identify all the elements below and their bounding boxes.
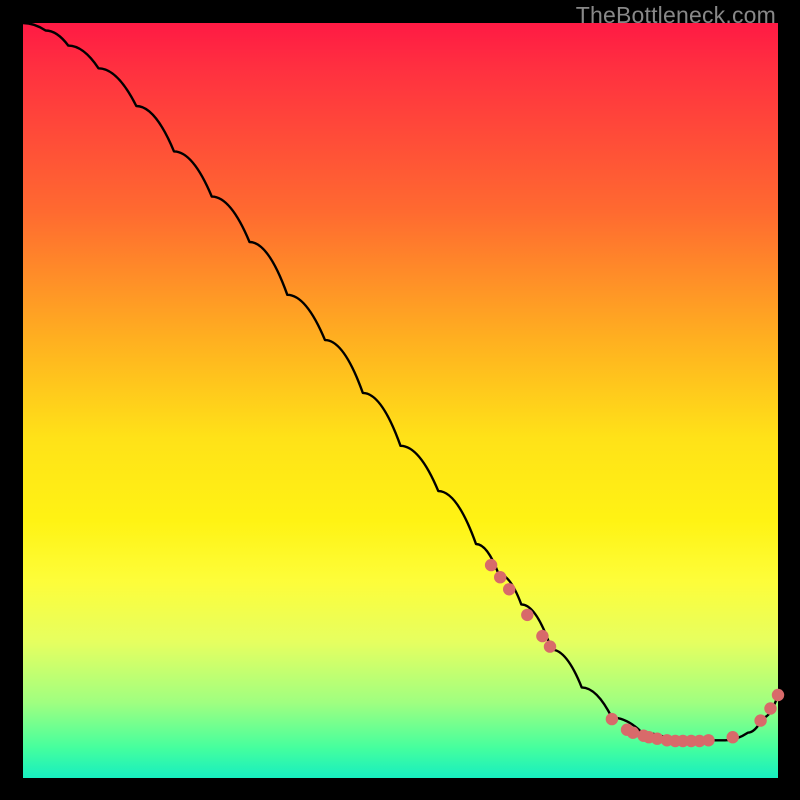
data-point xyxy=(754,714,766,726)
data-point xyxy=(727,731,739,743)
marker-group xyxy=(485,559,784,747)
data-point xyxy=(702,734,714,746)
chart-svg xyxy=(23,23,778,778)
data-point xyxy=(536,630,548,642)
data-point xyxy=(606,713,618,725)
data-point xyxy=(503,583,515,595)
data-point xyxy=(494,571,506,583)
data-point xyxy=(544,640,556,652)
data-point xyxy=(485,559,497,571)
bottleneck-curve xyxy=(23,23,778,740)
data-point xyxy=(627,727,639,739)
data-point xyxy=(772,689,784,701)
data-point xyxy=(521,609,533,621)
data-point xyxy=(764,702,776,714)
